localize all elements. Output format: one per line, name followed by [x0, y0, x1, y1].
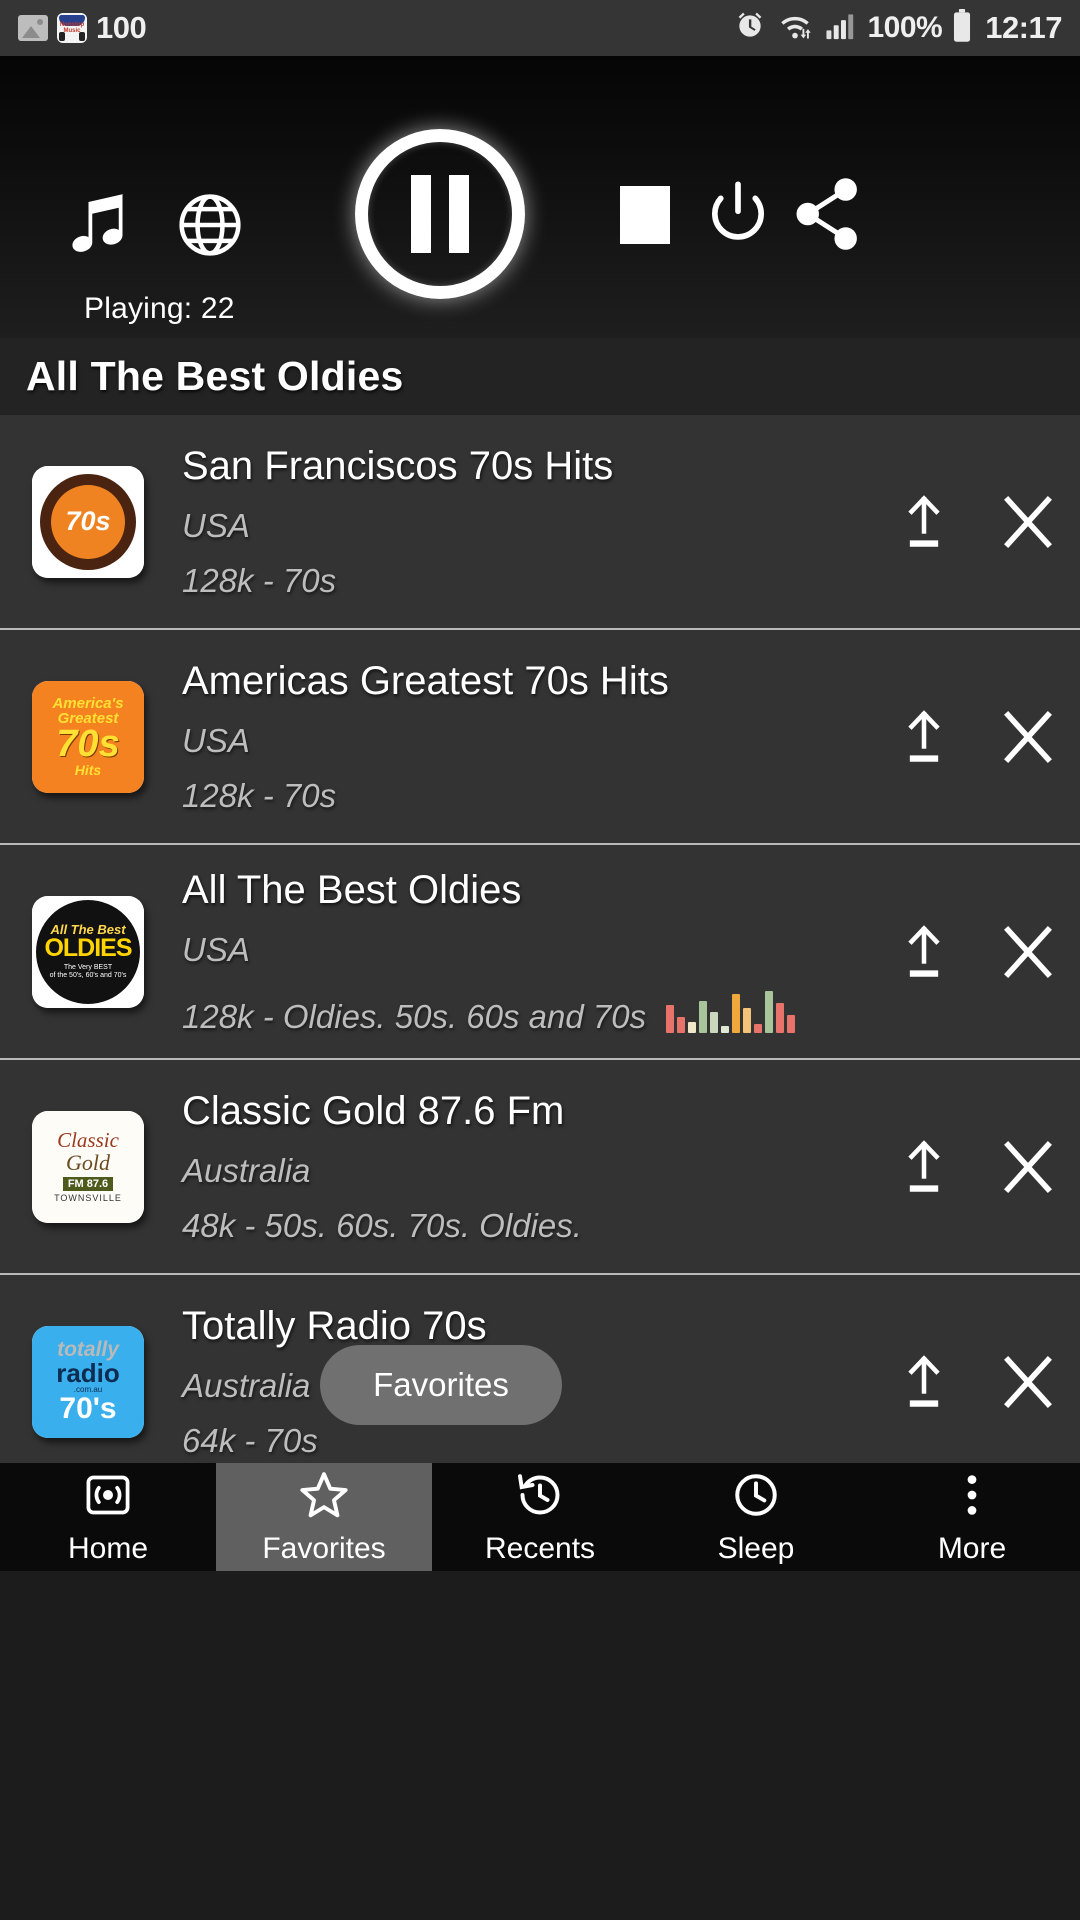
station-bitrate: 64k - 70s: [182, 1422, 318, 1459]
pause-button[interactable]: [355, 129, 525, 299]
now-playing-title: All The Best Oldies: [26, 353, 404, 399]
nav-item-more[interactable]: More: [864, 1463, 1080, 1571]
clock-time: 12:17: [985, 10, 1062, 45]
nav-item-recents[interactable]: Recents: [432, 1463, 648, 1571]
upload-button[interactable]: [872, 415, 976, 629]
table-row[interactable]: America's Greatest 70s Hits Americas Greate…: [0, 630, 1080, 845]
upload-button[interactable]: [872, 844, 976, 1059]
equalizer-bar: [721, 1026, 730, 1033]
nav-label-favorites: Favorites: [262, 1531, 386, 1565]
star-icon: [298, 1469, 350, 1521]
bottom-navigation-bar: Home Favorites Recents Sleep More: [0, 1463, 1080, 1571]
equalizer-bar: [754, 1024, 763, 1033]
status-bar: Nonstop Music 100 100% 12:17: [0, 0, 1080, 56]
classic-gold-logo: Classic Gold FM 87.6 TOWNSVILLE: [32, 1110, 144, 1223]
nav-label-home: Home: [67, 1531, 149, 1565]
music-note-icon[interactable]: [58, 191, 134, 261]
americas-greatest-70s-logo: America's Greatest 70s Hits: [32, 680, 144, 793]
nav-label-recents: Recents: [484, 1531, 596, 1565]
history-icon: [514, 1469, 566, 1521]
row-actions: [872, 1275, 1080, 1463]
status-bar-right: 100% 12:17: [734, 8, 1062, 48]
remove-button[interactable]: [976, 844, 1080, 1059]
equalizer-bar: [776, 1003, 785, 1033]
station-bitrate: 48k - 50s. 60s. 70s. Oldies.: [182, 1207, 582, 1244]
equalizer-bar: [677, 1017, 686, 1033]
nonstop-music-notification-icon: Nonstop Music: [57, 13, 87, 43]
share-icon[interactable]: [792, 176, 862, 252]
equalizer-bar: [732, 994, 741, 1033]
upload-button[interactable]: [872, 1059, 976, 1274]
player-controls-bar: Playing: 22: [0, 56, 1080, 338]
globe-icon[interactable]: [176, 191, 244, 259]
table-row[interactable]: All The Best OLDIES The Very BEST of the 50…: [0, 845, 1080, 1060]
equalizer-bar: [699, 1001, 708, 1033]
seventies-radiohits-logo: 70s: [32, 465, 144, 578]
nav-label-sleep: Sleep: [717, 1531, 795, 1565]
battery-icon: [951, 8, 973, 48]
remove-button[interactable]: [976, 415, 1080, 629]
radio-app-screen: Nonstop Music 100 100% 12:17 Playing: 22…: [0, 0, 1080, 1920]
clock-icon: [730, 1469, 782, 1521]
battery-percent: 100%: [867, 11, 943, 44]
equalizer-bar: [688, 1022, 697, 1033]
equalizer-bar: [787, 1015, 796, 1033]
all-the-best-oldies-logo: All The Best OLDIES The Very BEST of the 50…: [32, 895, 144, 1008]
upload-button[interactable]: [872, 629, 976, 844]
notification-count: 100: [96, 10, 147, 45]
toast-text: Favorites: [373, 1366, 509, 1403]
now-playing-header: All The Best Oldies: [0, 338, 1080, 415]
nav-item-sleep[interactable]: Sleep: [648, 1463, 864, 1571]
station-bitrate: 128k - 70s: [182, 777, 337, 814]
pause-bar-left: [411, 175, 431, 253]
table-row[interactable]: Classic Gold FM 87.6 TOWNSVILLE Classic Gol…: [0, 1060, 1080, 1275]
row-actions: [872, 1060, 1080, 1273]
broadcast-icon: [82, 1469, 134, 1521]
equalizer-bar: [765, 991, 774, 1033]
remove-button[interactable]: [976, 629, 1080, 844]
remove-button[interactable]: [976, 1274, 1080, 1463]
row-actions: [872, 415, 1080, 628]
alarm-icon: [734, 10, 766, 47]
upload-button[interactable]: [872, 1274, 976, 1463]
app-badge-line2: Music: [63, 28, 81, 34]
equalizer-bar: [743, 1008, 752, 1033]
station-bitrate: 128k - 70s: [182, 562, 337, 599]
remove-button[interactable]: [976, 1059, 1080, 1274]
toast-message: Favorites: [320, 1345, 562, 1425]
more-vertical-icon: [946, 1469, 998, 1521]
station-list[interactable]: 70s San Franciscos 70s Hits USA 128k - 7…: [0, 415, 1080, 1463]
row-actions: [872, 845, 1080, 1058]
nav-item-favorites[interactable]: Favorites: [216, 1463, 432, 1571]
totally-radio-70s-logo: totally radio .com.au 70's: [32, 1325, 144, 1438]
nav-item-home[interactable]: Home: [0, 1463, 216, 1571]
station-bitrate: 128k - Oldies. 50s. 60s and 70s: [182, 998, 647, 1035]
cellular-signal-icon: [824, 10, 858, 47]
stop-button[interactable]: [620, 186, 670, 244]
wifi-icon: [775, 10, 815, 47]
equalizer-animation-icon: [666, 988, 796, 1033]
screenshot-icon: [18, 15, 48, 41]
status-bar-left: Nonstop Music 100: [18, 10, 147, 46]
power-icon[interactable]: [705, 180, 771, 250]
row-actions: [872, 630, 1080, 843]
equalizer-bar: [666, 1005, 675, 1033]
equalizer-bar: [710, 1012, 719, 1033]
pause-bar-right: [449, 175, 469, 253]
playing-count-label: Playing: 22: [84, 292, 235, 325]
table-row[interactable]: 70s San Franciscos 70s Hits USA 128k - 7…: [0, 415, 1080, 630]
nav-label-more: More: [937, 1531, 1007, 1565]
